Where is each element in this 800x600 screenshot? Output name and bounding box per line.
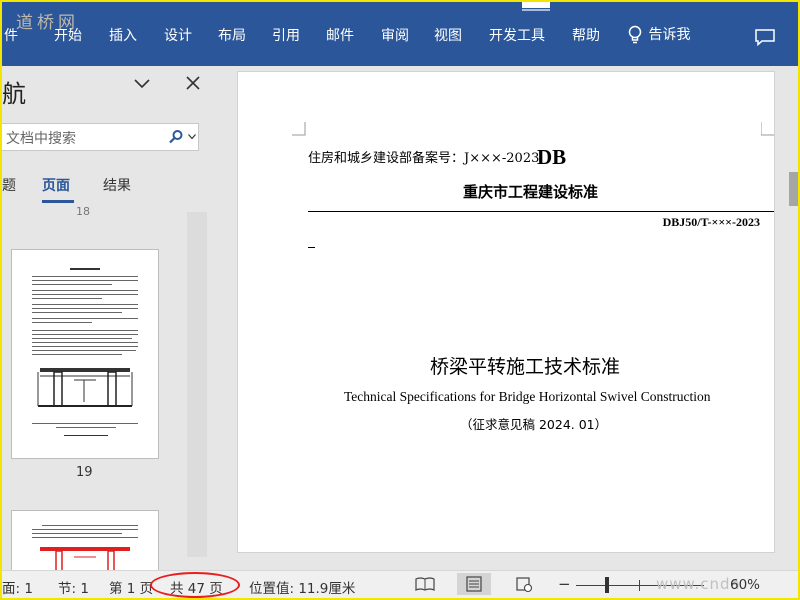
document-title-en: Technical Specifications for Bridge Hori… (344, 389, 711, 404)
document-canvas: 住房和城乡建设部备案号：J×××-2023 DB 重庆市工程建设标准 DBJ50… (222, 66, 798, 570)
zoom-slider-thumb[interactable] (605, 577, 609, 593)
comment-icon[interactable] (754, 28, 776, 46)
tab-headings[interactable]: 题 (2, 175, 16, 195)
zoom-slider-center-tick (639, 580, 640, 591)
crop-mark-top-right (761, 122, 774, 136)
status-section[interactable]: 节: 1 (58, 577, 89, 597)
tab-review[interactable]: 审阅 (381, 26, 409, 46)
search-input[interactable]: 文档中搜索 (2, 123, 199, 151)
tab-design[interactable]: 设计 (164, 26, 192, 46)
record-number: 住房和城乡建设部备案号：J×××-2023 (308, 151, 540, 166)
zoom-out-button[interactable]: − (558, 575, 571, 593)
tab-developer[interactable]: 开发工具 (489, 26, 545, 46)
page-label-19: 19 (76, 465, 93, 480)
navigation-pane: 航 文档中搜索 题 页面 结果 18 19 (2, 66, 222, 571)
thumbnail-diagram-red (40, 547, 130, 571)
search-icon[interactable] (168, 129, 184, 145)
read-mode-icon[interactable] (408, 573, 442, 595)
tab-file[interactable]: 件 (4, 26, 18, 46)
tab-results[interactable]: 结果 (103, 175, 131, 195)
draft-note: （征求意见稿 2024. 01） (460, 417, 608, 432)
chevron-down-icon[interactable] (134, 78, 150, 90)
title-bar-marker-underline (522, 9, 550, 11)
ribbon: 道桥网 件 开始 插入 设计 布局 引用 邮件 审阅 视图 开发工具 帮助 告诉… (2, 2, 798, 66)
tell-me-label: 告诉我 (648, 27, 691, 43)
search-options-chevron-icon[interactable] (188, 134, 196, 140)
document-scrollbar-thumb[interactable] (789, 172, 798, 206)
active-tab-indicator (42, 200, 74, 203)
tab-insert[interactable]: 插入 (109, 26, 137, 46)
status-page-of[interactable]: 第 1 页 (109, 577, 153, 597)
tell-me-box[interactable]: 告诉我 (626, 25, 690, 45)
title-bar-marker (522, 2, 550, 8)
status-position: 位置值: 11.9厘米 (249, 581, 356, 597)
page-thumbnail-19[interactable] (11, 249, 159, 459)
tab-references[interactable]: 引用 (272, 26, 300, 46)
tab-mailings[interactable]: 邮件 (326, 26, 354, 46)
crop-mark-top-left (292, 122, 306, 136)
tab-layout[interactable]: 布局 (218, 26, 246, 46)
document-page[interactable]: 住房和城乡建设部备案号：J×××-2023 DB 重庆市工程建设标准 DBJ50… (237, 71, 775, 553)
app-window: 道桥网 件 开始 插入 设计 布局 引用 邮件 审阅 视图 开发工具 帮助 告诉… (0, 0, 800, 600)
page-thumbnail-20[interactable] (11, 510, 159, 571)
status-bar: 面: 1 节: 1 第 1 页 共 47 页 位置值: 11.9厘米 − www… (2, 570, 798, 598)
header-rule (308, 211, 774, 212)
organization-title: 重庆市工程建设标准 (463, 183, 599, 201)
status-page[interactable]: 面: 1 (2, 577, 33, 597)
tab-home[interactable]: 开始 (54, 26, 82, 46)
tab-help[interactable]: 帮助 (572, 26, 600, 46)
web-layout-icon[interactable] (507, 573, 541, 595)
corner-watermark: www.cnda (656, 575, 741, 593)
highlight-ellipse (150, 572, 240, 598)
tab-pages[interactable]: 页面 (42, 175, 70, 195)
cursor-mark (308, 247, 315, 248)
zoom-level[interactable]: 60% (730, 577, 760, 593)
standard-code: DBJ50/T-×××-2023 (662, 215, 760, 229)
thumbnail-scrollbar[interactable] (187, 212, 207, 557)
page-label-18: 18 (76, 205, 90, 218)
print-layout-icon[interactable] (457, 573, 491, 595)
thumbnail-diagram (37, 368, 133, 407)
nav-pane-title: 航 (2, 80, 26, 108)
document-title-cn: 桥梁平转施工技术标准 (430, 356, 621, 378)
search-placeholder: 文档中搜索 (6, 131, 76, 147)
lightbulb-icon (628, 25, 642, 44)
tab-view[interactable]: 视图 (434, 26, 462, 46)
db-mark: DB (537, 145, 567, 169)
close-icon[interactable] (186, 76, 200, 90)
